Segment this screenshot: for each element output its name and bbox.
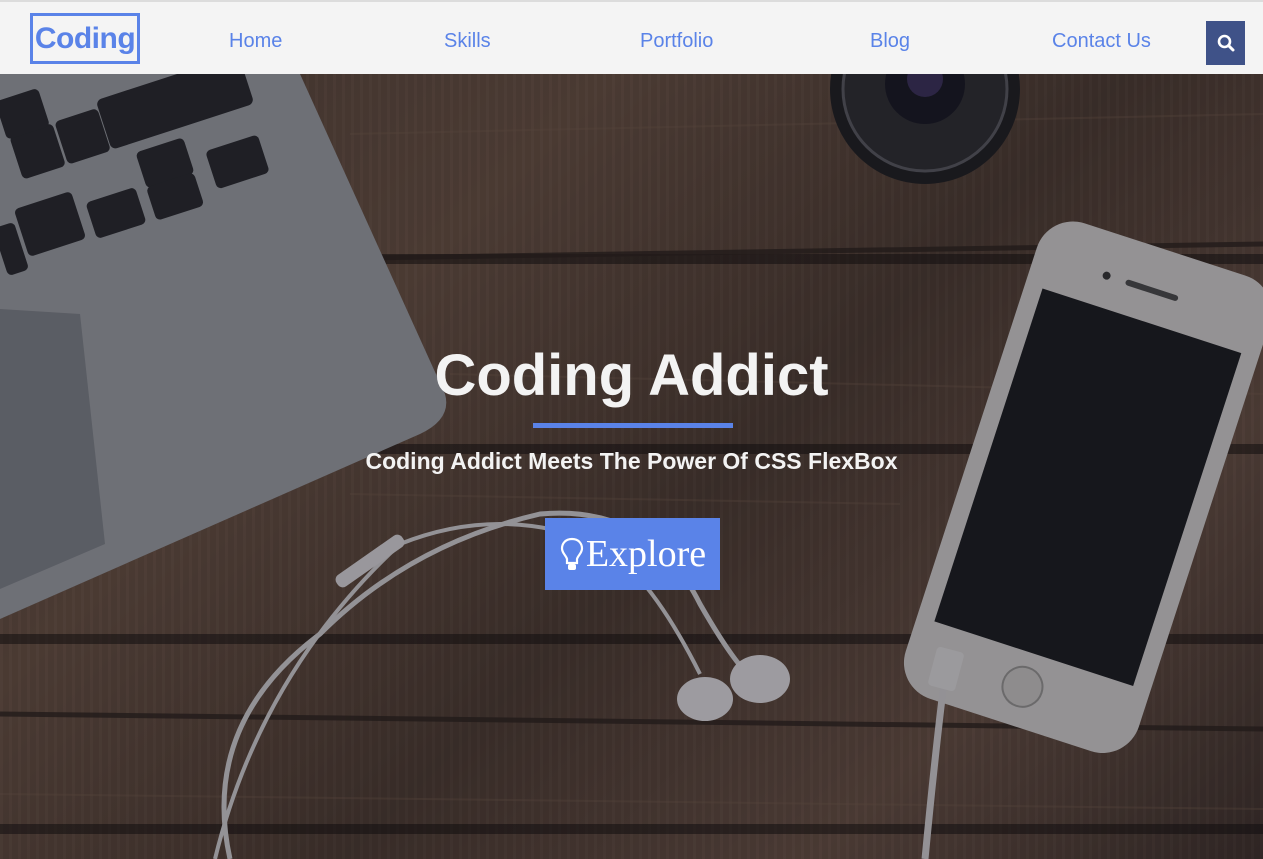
explore-button[interactable]: Explore xyxy=(545,518,720,590)
explore-button-label: Explore xyxy=(585,533,707,575)
lightbulb-icon xyxy=(559,535,585,573)
nav-link-home[interactable]: Home xyxy=(229,30,282,53)
hero-subtitle: Coding Addict Meets The Power Of CSS Fle… xyxy=(365,448,898,474)
navbar: Coding Home Skills Portfolio Blog Contac… xyxy=(0,0,1263,74)
nav-link-skills[interactable]: Skills xyxy=(444,30,491,53)
nav-link-blog[interactable]: Blog xyxy=(870,30,910,53)
search-button[interactable] xyxy=(1206,21,1245,65)
hero-title: Coding Addict xyxy=(434,343,829,408)
nav-link-contact-us[interactable]: Contact Us xyxy=(1052,30,1151,53)
title-underline xyxy=(533,423,733,428)
hero-section: Coding Addict Coding Addict Meets The Po… xyxy=(0,74,1263,859)
search-icon xyxy=(1217,34,1234,52)
brand-logo[interactable]: Coding xyxy=(30,13,140,64)
nav-link-portfolio[interactable]: Portfolio xyxy=(640,30,713,53)
